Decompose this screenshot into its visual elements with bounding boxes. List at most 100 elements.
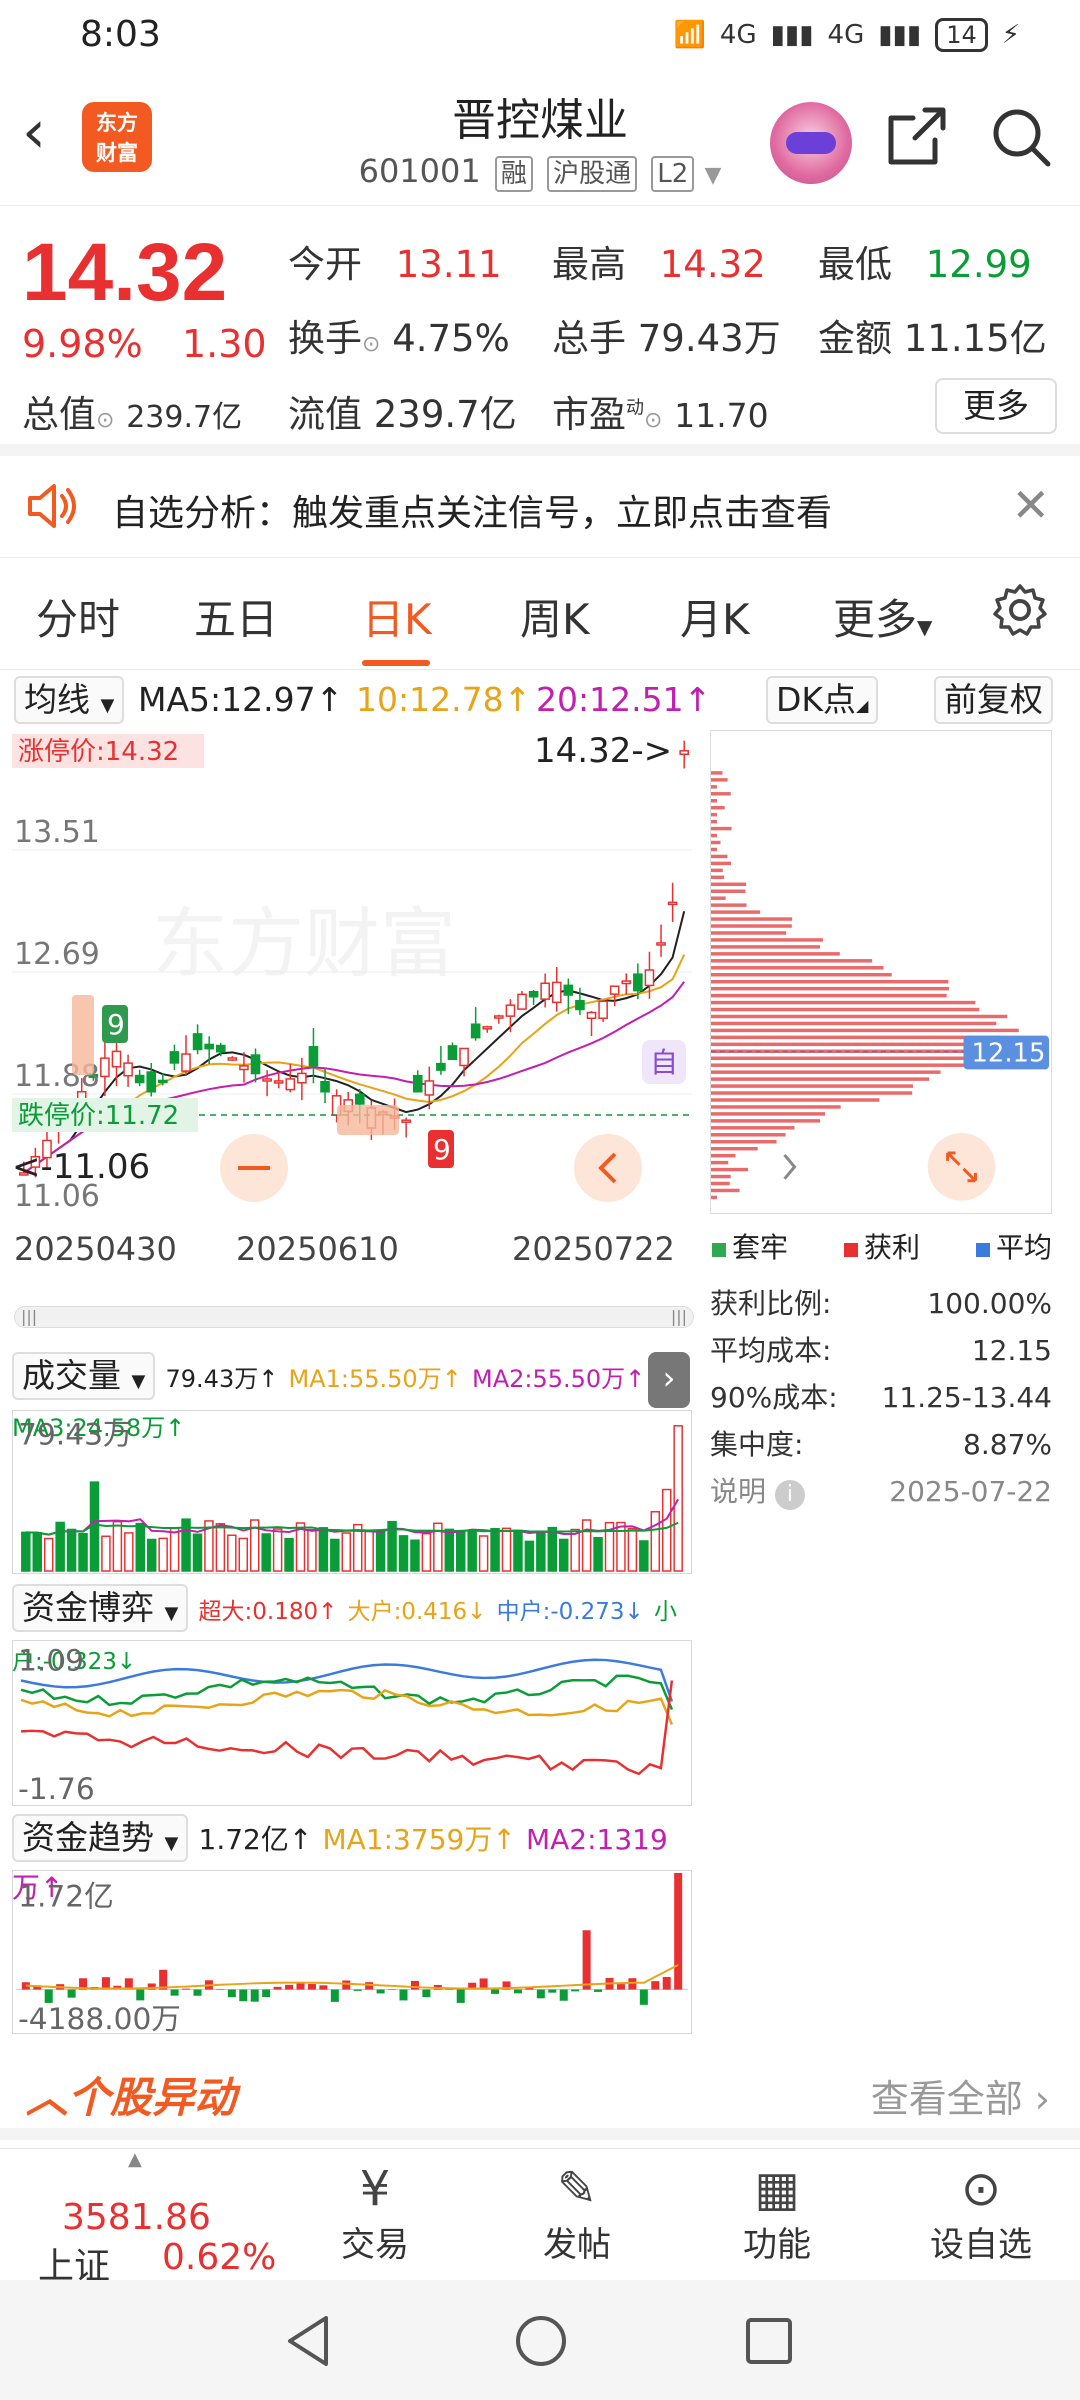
nav-post[interactable]: ✎ 发帖 — [492, 2161, 662, 2266]
nav-trade[interactable]: ¥ 交易 — [290, 2161, 460, 2266]
candle-body — [505, 1004, 516, 1017]
fund-game-chart[interactable]: 1.09 -1.76 — [12, 1640, 692, 1806]
index-ticker[interactable]: 3581.86 上证 0.62% ▲ — [0, 2149, 280, 2287]
open-value: 13.11 — [395, 243, 502, 286]
fund-trend-bar — [296, 1982, 305, 1990]
chevron-right-icon[interactable] — [783, 1153, 797, 1180]
corner-arrow-icon: ◢ — [856, 696, 869, 715]
fund-trend-bar — [353, 1989, 362, 1991]
chip-bar — [711, 896, 726, 900]
fund-trend-selector[interactable]: 资金趋势 ▼ — [12, 1814, 189, 1862]
stock-header: ‹ 东方 财富 晋控煤业 601001 融 沪股通 L2 ▼ — [0, 72, 1080, 206]
chip-distribution-chart[interactable]: 12.15 — [710, 730, 1052, 1214]
tab-daily-k[interactable]: 日K — [362, 586, 432, 647]
dk-point-button[interactable]: DK点◢ — [766, 676, 879, 724]
settings-gear-icon[interactable] — [992, 582, 1048, 638]
fund-trend-bar — [285, 1984, 294, 1990]
tab-weekly-k[interactable]: 周K — [520, 586, 590, 647]
volume-ma2: MA2:55.50万↑ — [471, 1365, 646, 1393]
ma-selector[interactable]: 均线 ▼ — [14, 676, 125, 724]
notice-banner[interactable]: 自选分析：触发重点关注信号，立即点击查看 ✕ — [0, 456, 1080, 558]
search-icon[interactable] — [990, 106, 1052, 168]
assistant-avatar-icon[interactable] — [770, 102, 852, 184]
candle-body — [679, 750, 690, 755]
tab-monthly-k[interactable]: 月K — [680, 586, 750, 647]
chip-bar — [711, 1077, 930, 1081]
network-label-2: 4G — [827, 20, 865, 50]
view-all-link[interactable]: 查看全部 › — [871, 2068, 1050, 2123]
chip-bar — [711, 875, 725, 880]
status-icons: 📶 4G ▮▮▮ 4G ▮▮▮ 14 ⚡ — [674, 18, 1020, 52]
ma10-value: 10:12.78↑ — [356, 680, 532, 719]
chip-bar — [711, 966, 884, 970]
fund-game-mid: 中户:-0.273↓ — [496, 1599, 644, 1625]
signal-9-marker: 9 — [433, 1133, 451, 1166]
legend-average: 平均 — [975, 1226, 1052, 1266]
volume-bar — [364, 1530, 374, 1572]
low-value: 12.99 — [925, 243, 1032, 286]
dropdown-icon[interactable]: ▼ — [704, 163, 721, 188]
info-icon[interactable]: ⊙ — [644, 408, 662, 433]
chip-bar — [711, 986, 949, 991]
scroll-handle-left[interactable]: ||| — [21, 1307, 37, 1326]
chip-note-row[interactable]: 说明 i 2025-07-22 — [710, 1468, 1052, 1515]
nav-functions[interactable]: ▦ 功能 — [692, 2161, 862, 2266]
chip-bar — [711, 1167, 749, 1172]
adjust-button[interactable]: 前复权 — [934, 676, 1053, 724]
float-label: 流值 — [288, 393, 362, 436]
info-icon[interactable]: ⊙ — [362, 332, 380, 357]
scroll-handle-right[interactable]: ||| — [671, 1307, 687, 1326]
recents-square-icon[interactable] — [744, 2316, 794, 2366]
fund-trend-bar — [307, 1984, 316, 1990]
tab-minute[interactable]: 分时 — [36, 586, 120, 647]
volume-bar — [112, 1520, 123, 1572]
fund-trend-bar — [319, 1985, 328, 1990]
volume-ma-lines — [25, 1498, 680, 1536]
more-button[interactable]: 更多 — [935, 378, 1057, 434]
volume-bar — [547, 1526, 558, 1572]
candle-body — [192, 1033, 203, 1051]
chip-bar — [711, 924, 792, 928]
system-nav-bar — [0, 2280, 1080, 2400]
fund-trend-bars — [16, 1872, 688, 2005]
ma-legend-bar: 均线 ▼ MA5:12.97↑ 10:12.78↑ 20:12.51↑ DK点◢… — [0, 670, 1080, 730]
stock-alert-section[interactable]: ︿个股异动 查看全部 › — [0, 2050, 1080, 2140]
volume-bar — [55, 1521, 65, 1572]
volume-chart[interactable]: 79.43万 — [12, 1410, 692, 1574]
candle-body — [239, 1065, 249, 1071]
volume-bar — [513, 1529, 523, 1572]
fund-game-selector[interactable]: 资金博弈 ▼ — [12, 1584, 189, 1632]
caret-down-icon: ▼ — [164, 1833, 179, 1854]
share-icon[interactable] — [885, 104, 949, 168]
tab-more[interactable]: 更多▼ — [833, 586, 932, 647]
volume-selector[interactable]: 成交量 ▼ — [12, 1352, 156, 1400]
candlestick-chart[interactable]: 东方财富 涨停价:14.32 14.32-> 13.51 12.69 11.88… — [12, 730, 692, 1210]
fund-trend-bar — [536, 1989, 545, 1999]
volume-bar — [146, 1538, 157, 1572]
expand-button[interactable] — [927, 1133, 996, 1201]
nav-add-watchlist[interactable]: ⊙ 设自选 — [896, 2161, 1066, 2266]
volume-bar — [570, 1528, 580, 1572]
tab-five-day[interactable]: 五日 — [194, 586, 278, 647]
close-icon[interactable]: ✕ — [1011, 478, 1050, 532]
fund-trend-bar — [616, 1984, 625, 1990]
expand-panel-button[interactable]: › — [648, 1352, 690, 1408]
chip-row: 平均成本: 12.15 — [710, 1334, 1052, 1367]
volume-bar — [490, 1527, 500, 1572]
ma5-value: MA5:12.97↑ — [138, 680, 344, 719]
chip-bar — [711, 799, 717, 803]
more-dots-icon: ⊙ — [960, 2161, 1002, 2217]
home-circle-icon[interactable] — [514, 2314, 568, 2368]
candle-body — [285, 1078, 296, 1091]
prev-button[interactable] — [574, 1134, 642, 1202]
candle-body — [551, 981, 562, 1004]
back-triangle-icon[interactable] — [284, 2314, 334, 2368]
range-scrollbar[interactable]: ||| ||| — [14, 1306, 694, 1328]
fund-trend-chart[interactable]: 1.72亿 -4188.00万 — [12, 1870, 692, 2034]
candle-body — [470, 1023, 481, 1039]
info-icon[interactable]: ⊙ — [96, 408, 114, 433]
change-percent: 9.98% — [22, 322, 143, 366]
fund-trend-bar — [227, 1989, 236, 1998]
volume-bar — [536, 1530, 546, 1572]
volume-bar — [124, 1532, 134, 1572]
